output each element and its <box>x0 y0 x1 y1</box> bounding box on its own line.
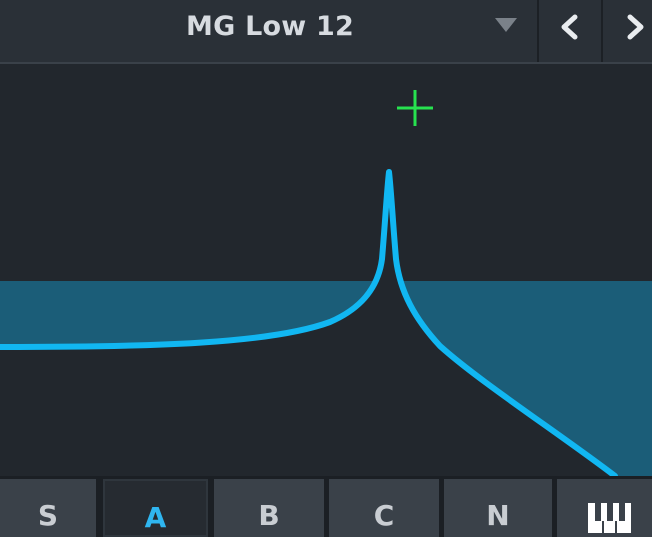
crosshair-plus-icon[interactable] <box>397 90 433 126</box>
filter-curve-svg <box>0 90 652 476</box>
filter-response-graph[interactable] <box>0 64 652 476</box>
tab-n[interactable]: N <box>444 479 552 537</box>
preset-dropdown-button[interactable] <box>486 0 538 62</box>
preset-name[interactable]: MG Low 12 <box>170 0 370 62</box>
tab-s[interactable]: S <box>0 479 96 537</box>
next-preset-button[interactable] <box>604 0 652 62</box>
tab-keys[interactable] <box>557 479 652 537</box>
filter-panel: MG Low 12 S A B C N <box>0 0 652 537</box>
tab-b[interactable]: B <box>214 479 324 537</box>
tab-c[interactable]: C <box>329 479 439 537</box>
header-divider <box>601 0 603 62</box>
tab-a[interactable]: A <box>103 479 208 537</box>
chevron-left-icon <box>561 14 578 40</box>
preset-header: MG Low 12 <box>0 0 652 64</box>
header-divider <box>537 0 539 62</box>
previous-preset-button[interactable] <box>540 0 600 62</box>
triangle-down-icon <box>495 18 517 32</box>
chevron-right-icon <box>627 14 644 40</box>
piano-keys-icon <box>588 503 631 533</box>
filter-tab-bar: S A B C N <box>0 476 652 537</box>
